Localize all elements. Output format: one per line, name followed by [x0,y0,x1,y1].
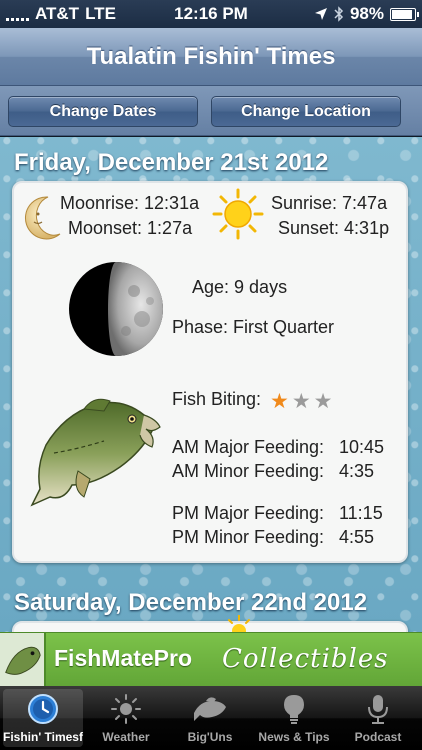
tab-big-uns[interactable]: Big'Uns [170,689,250,747]
am-minor-feeding-label: AM Minor Feeding: [172,461,325,481]
pm-minor-feeding-label: PM Minor Feeding: [172,527,325,547]
day-card: Moonrise: 12:31a Moonset: 1:27a Sunrise:… [12,181,408,563]
tab-bar: Fishin' Timesf Weather Big'Uns News & Ti… [0,686,422,750]
tab-label: Podcast [354,730,402,744]
fish-biting-rating: ★ ★ ★ [270,389,332,414]
sun-icon [111,694,141,724]
tab-weather[interactable]: Weather [86,689,166,747]
day-header: Friday, December 21st 2012 [14,149,329,176]
fish-icon [194,697,226,721]
pm-major-feeding-label: PM Major Feeding: [172,503,325,523]
sunset-time: Sunset: 4:31p [278,218,390,238]
microphone-icon [368,695,388,724]
moonset-time: Moonset: 1:27a [68,218,193,238]
status-right: 98% [314,4,419,24]
app-title: Tualatin Fishin' Times [86,43,336,70]
star-icon: ★ [270,390,289,413]
fish-biting-label: Fish Biting: [172,389,262,409]
moon-age: Age: 9 days [192,277,288,297]
moon-phase: Phase: First Quarter [172,317,335,337]
sun-icon [228,615,250,632]
moon-phase-image [69,262,163,356]
status-bar: AT&T LTE 12:16 PM 98% [0,0,422,28]
battery-icon [390,7,419,21]
star-icon: ★ [291,390,311,413]
tab-label: Big'Uns [187,730,233,744]
clock-icon [28,694,58,724]
day-card [12,615,408,632]
bass-fish-image [30,398,161,507]
sunrise-time: Sunrise: 7:47a [271,193,388,213]
ad-tagline: Collectibles [222,644,389,674]
day-header: Saturday, December 22nd 2012 [14,589,368,616]
forecast-scroll-area[interactable]: Friday, December 21st 2012 Moonrise: 12:… [0,137,422,632]
tab-fishin-times[interactable]: Fishin' Timesf [3,689,83,747]
tab-label: Weather [102,730,150,744]
tab-label: News & Tips [258,730,330,744]
am-major-feeding-time: 10:45 [339,437,385,457]
star-icon: ★ [313,390,333,413]
moon-crescent-icon [24,196,61,240]
pm-major-feeding-time: 11:15 [339,503,383,523]
change-location-button[interactable]: Change Location [211,96,401,127]
am-minor-feeding-time: 4:35 [339,461,375,481]
change-dates-button[interactable]: Change Dates [8,96,198,127]
title-bar: Tualatin Fishin' Times [0,28,422,86]
battery-percent: 98% [349,4,384,23]
tab-label: Fishin' Timesf [3,730,83,744]
moonrise-time: Moonrise: 12:31a [60,193,200,213]
ad-banner[interactable]: FishMatePro Collectibles [0,632,422,687]
bluetooth-icon [334,6,344,22]
tab-podcast[interactable]: Podcast [338,689,418,747]
fishmate-logo [0,633,46,687]
tab-news-tips[interactable]: News & Tips [254,689,334,747]
ad-brand: FishMatePro [54,645,193,671]
location-arrow-icon [314,8,327,20]
am-major-feeding-label: AM Major Feeding: [172,437,325,457]
lightbulb-icon [284,695,304,724]
pm-minor-feeding-time: 4:55 [339,527,375,547]
sun-icon [212,188,264,240]
toolbar: Change Dates Change Location [0,86,422,136]
